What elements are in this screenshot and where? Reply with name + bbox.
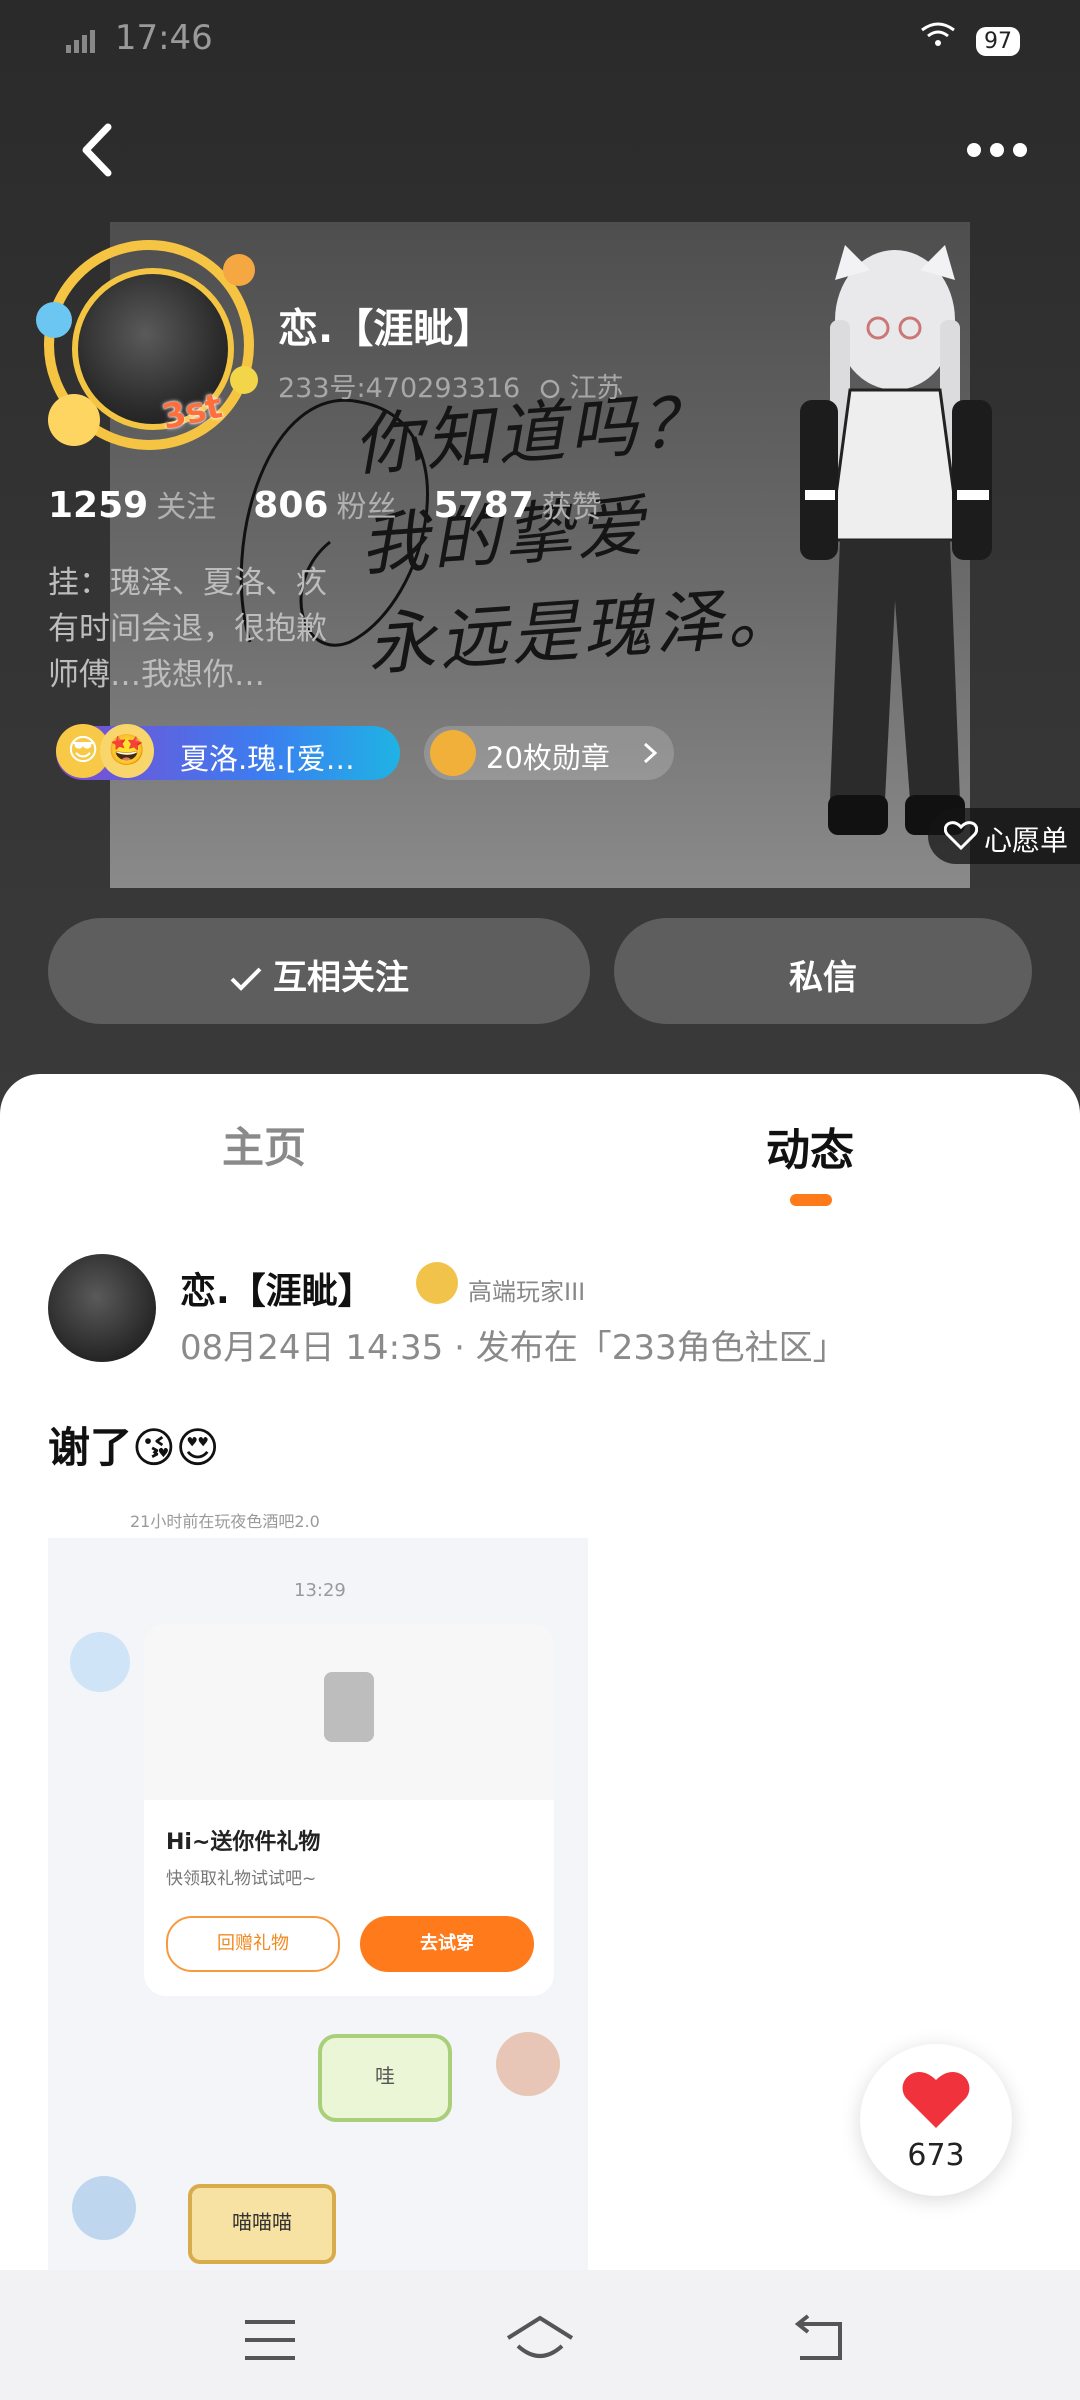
player-level-label: 高端玩家III xyxy=(468,1278,586,1306)
check-icon xyxy=(230,967,262,991)
stat-likes-label: 获赞 xyxy=(541,490,602,525)
heart-outline-icon xyxy=(944,821,978,850)
chevron-left-icon xyxy=(82,123,112,177)
post-image[interactable]: 21小时前在玩夜色酒吧2.0 13:29 Hi~送你件礼物 快领取礼物试试吧~ … xyxy=(48,1484,588,2272)
stat-likes-count: 5787 xyxy=(433,485,534,526)
embedded-sender-avatar xyxy=(70,1632,130,1692)
heart-filled-icon xyxy=(902,2072,970,2128)
home-icon xyxy=(506,2315,574,2358)
back-arrow-icon xyxy=(794,2314,842,2360)
chevron-right-icon xyxy=(643,742,658,764)
wishlist-button[interactable]: 心愿单 xyxy=(928,808,1080,864)
location-icon xyxy=(540,379,560,399)
gift-item-image xyxy=(324,1672,374,1742)
profile-bio: 挂：瑰泽、夏洛、疚 有时间会退，很抱歉 师傅…我想你… xyxy=(48,560,388,698)
stat-followers[interactable]: 806 粉丝 xyxy=(253,485,428,526)
bio-line: 有时间会退，很抱歉 xyxy=(48,611,327,647)
embedded-clock: 13:29 xyxy=(294,1580,346,1601)
embedded-chat-bubble: 喵喵喵 xyxy=(188,2184,336,2264)
embedded-try-on-button: 去试穿 xyxy=(360,1916,534,1972)
status-bar: 17:46 97 xyxy=(0,0,1080,80)
embedded-gift-subtitle: 快领取礼物试试吧~ xyxy=(166,1869,317,1889)
profile-username: 恋.【涯眦】 xyxy=(278,306,494,352)
private-message-button[interactable]: 私信 xyxy=(614,918,1032,1024)
battery-level: 97 xyxy=(976,27,1020,56)
profile-id-location: 233号:470293316 江苏 xyxy=(278,366,623,405)
embedded-gift-preview xyxy=(144,1624,554,1800)
stat-followers-count: 806 xyxy=(253,485,329,526)
wifi-icon xyxy=(920,22,955,46)
embedded-avatar-left xyxy=(72,2176,136,2240)
more-dots-icon xyxy=(967,143,1027,157)
mutual-follow-label: 互相关注 xyxy=(273,958,409,998)
bio-line: 挂：瑰泽、夏洛、疚 xyxy=(48,565,327,601)
nav-home-button[interactable] xyxy=(500,2310,580,2370)
stat-following[interactable]: 1259 关注 xyxy=(48,485,248,526)
embedded-gift-title: Hi~送你件礼物 xyxy=(166,1830,321,1855)
stat-likes[interactable]: 5787 获赞 xyxy=(434,485,634,526)
stat-followers-label: 粉丝 xyxy=(336,490,397,525)
mutual-follow-button[interactable]: 互相关注 xyxy=(48,918,590,1024)
status-time: 17:46 xyxy=(114,18,213,58)
medals-button[interactable]: 20枚勋章 xyxy=(424,726,674,780)
more-button[interactable] xyxy=(962,125,1032,175)
post-text: 谢了😘😍 xyxy=(48,1423,220,1472)
like-count: 673 xyxy=(907,2138,965,2173)
profile-id: 233号:470293316 xyxy=(278,373,521,404)
stat-following-label: 关注 xyxy=(156,490,217,525)
system-navigation-bar xyxy=(0,2270,1080,2400)
embedded-time-ago: 21小时前在玩夜色酒吧2.0 xyxy=(130,1512,320,1531)
avatar-character-figure xyxy=(800,245,992,835)
embedded-chat-bubble: 哇 xyxy=(318,2034,452,2122)
honor-pill-label: 夏洛.瑰.[爱… xyxy=(180,742,355,776)
profile-stats: 1259 关注 806 粉丝 5787 获赞 xyxy=(48,482,634,526)
post-meta: 08月24日 14:35 · 发布在「233角色社区」 xyxy=(180,1328,847,1368)
medals-label: 20枚勋章 xyxy=(486,741,610,775)
stat-following-count: 1259 xyxy=(48,485,149,526)
tab-feed[interactable]: 动态 xyxy=(766,1114,854,1178)
tab-home[interactable]: 主页 xyxy=(222,1114,306,1175)
medal-icon xyxy=(430,730,476,776)
like-button[interactable]: 673 xyxy=(860,2044,1012,2196)
player-level-icon xyxy=(416,1262,458,1304)
wishlist-label: 心愿单 xyxy=(984,824,1069,857)
post-author-avatar[interactable] xyxy=(48,1254,156,1362)
smile-emoji-icon: 🤩 xyxy=(100,724,154,778)
nav-menu-button[interactable] xyxy=(230,2310,310,2370)
embedded-return-gift-button: 回赠礼物 xyxy=(166,1916,340,1972)
menu-icon xyxy=(245,2320,295,2360)
friend-honor-pill[interactable]: 😎 🤩 夏洛.瑰.[爱… xyxy=(56,724,400,780)
post-author-name[interactable]: 恋.【涯眦】 xyxy=(180,1262,374,1314)
signal-icon xyxy=(66,29,95,53)
embedded-gift-card: Hi~送你件礼物 快领取礼物试试吧~ 回赠礼物 去试穿 xyxy=(144,1624,554,1996)
profile-avatar[interactable]: 3st xyxy=(34,240,264,470)
profile-location: 江苏 xyxy=(569,373,624,404)
embedded-avatar-right xyxy=(496,2032,560,2096)
nav-back-button[interactable] xyxy=(780,2310,860,2370)
cover-handwriting: 你知道吗？ 我的挚爱 永远是瑰泽。 xyxy=(350,367,802,696)
bio-line: 师傅…我想你… xyxy=(48,657,265,693)
active-tab-indicator xyxy=(790,1194,832,1206)
back-button[interactable] xyxy=(70,115,130,185)
private-message-label: 私信 xyxy=(789,958,857,998)
